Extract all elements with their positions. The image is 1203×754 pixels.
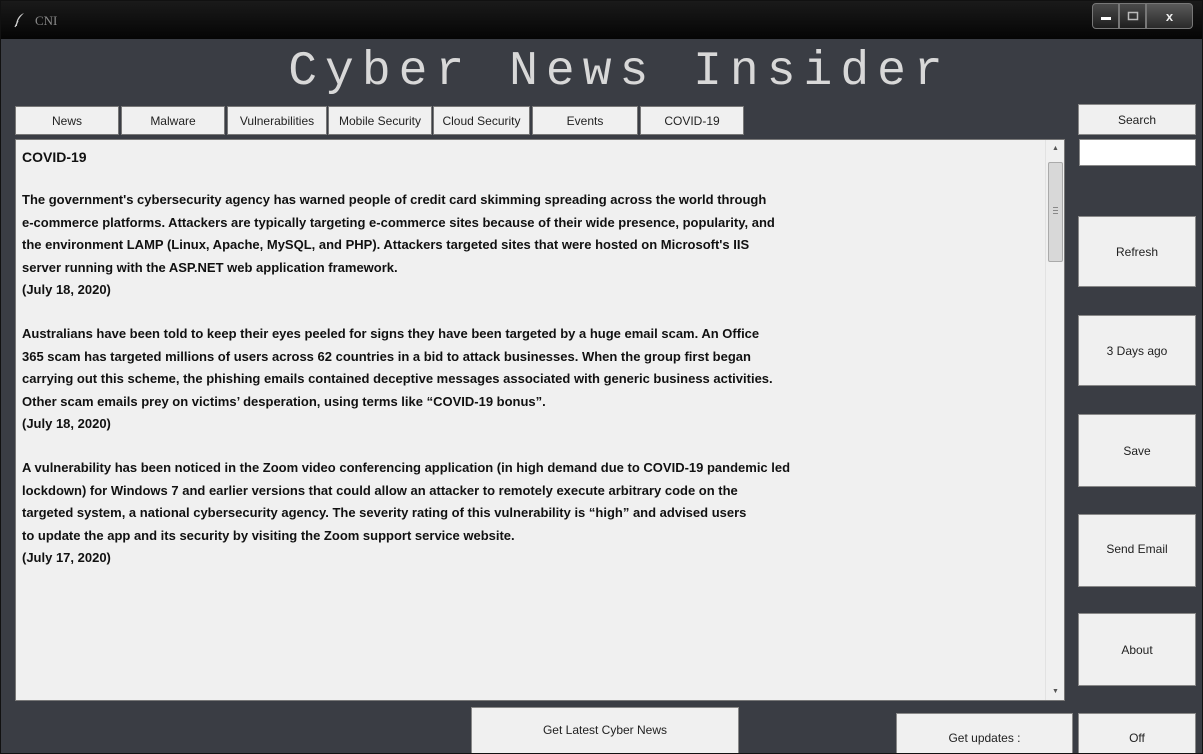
article-date: (July 18, 2020) — [22, 282, 111, 298]
close-icon: x — [1165, 8, 1174, 24]
tab-cloud-security[interactable]: Cloud Security — [433, 106, 530, 135]
window-controls: x — [1092, 3, 1193, 29]
news-article: The government's cybersecurity agency ha… — [22, 189, 1042, 301]
about-button[interactable]: About — [1078, 613, 1196, 686]
article-line: the environment LAMP (Linux, Apache, MyS… — [22, 237, 750, 253]
triangle-down-icon: ▼ — [1052, 688, 1059, 695]
article-line: server running with the ASP.NET web appl… — [22, 259, 398, 275]
tab-covid-19[interactable]: COVID-19 — [640, 106, 744, 135]
scroll-up-button[interactable]: ▲ — [1046, 140, 1064, 157]
news-text-area[interactable]: COVID-19 The government's cybersecurity … — [15, 139, 1065, 701]
article-line: lockdown) for Windows 7 and earlier vers… — [22, 482, 738, 498]
days-ago-button[interactable]: 3 Days ago — [1078, 315, 1196, 386]
app-window: CNI x Cyber News Insider News Malware Vu… — [0, 0, 1203, 754]
scrollbar-thumb[interactable] — [1048, 162, 1063, 262]
tab-news[interactable]: News — [15, 106, 119, 135]
article-date: (July 18, 2020) — [22, 416, 111, 432]
scroll-down-button[interactable]: ▼ — [1046, 683, 1064, 700]
maximize-icon — [1127, 9, 1139, 24]
news-content: COVID-19 The government's cybersecurity … — [22, 146, 1042, 592]
minimize-button[interactable] — [1092, 3, 1119, 29]
article-line: carrying out this scheme, the phishing e… — [22, 371, 773, 387]
get-updates-label: Get updates : — [896, 713, 1073, 753]
refresh-button[interactable]: Refresh — [1078, 216, 1196, 287]
tab-mobile-security[interactable]: Mobile Security — [328, 106, 432, 135]
article-line: to update the app and its security by vi… — [22, 527, 515, 543]
close-button[interactable]: x — [1146, 3, 1193, 29]
article-line: targeted system, a national cybersecurit… — [22, 505, 747, 521]
news-article: A vulnerability has been noticed in the … — [22, 457, 1042, 569]
grip-icon — [1053, 207, 1058, 214]
tab-vulnerabilities[interactable]: Vulnerabilities — [227, 106, 327, 135]
get-latest-news-button[interactable]: Get Latest Cyber News — [471, 707, 739, 753]
feather-icon — [13, 12, 27, 28]
article-date: (July 17, 2020) — [22, 550, 111, 566]
updates-off-toggle[interactable]: Off — [1078, 713, 1196, 753]
app-title: Cyber News Insider — [288, 45, 951, 99]
triangle-up-icon: ▲ — [1052, 145, 1059, 152]
article-line: e-commerce platforms. Attackers are typi… — [22, 214, 775, 230]
maximize-button[interactable] — [1119, 3, 1146, 29]
news-article: Australians have been told to keep their… — [22, 323, 1042, 435]
article-line: 365 scam has targeted millions of users … — [22, 348, 751, 364]
vertical-scrollbar[interactable]: ▲ ▼ — [1045, 140, 1064, 700]
title-bar: CNI x — [1, 1, 1202, 39]
article-line: Other scam emails prey on victims’ despe… — [22, 393, 546, 409]
tab-events[interactable]: Events — [532, 106, 638, 135]
article-line: A vulnerability has been noticed in the … — [22, 460, 791, 476]
category-tabs: News Malware Vulnerabilities Mobile Secu… — [15, 106, 746, 135]
category-heading: COVID-19 — [22, 149, 87, 165]
search-button[interactable]: Search — [1078, 104, 1196, 135]
tab-malware[interactable]: Malware — [121, 106, 225, 135]
article-line: Australians have been told to keep their… — [22, 326, 760, 342]
send-email-button[interactable]: Send Email — [1078, 514, 1196, 587]
article-line: The government's cybersecurity agency ha… — [22, 192, 767, 208]
window-title: CNI — [35, 13, 58, 28]
search-input[interactable] — [1079, 139, 1196, 166]
save-button[interactable]: Save — [1078, 414, 1196, 487]
minimize-icon — [1100, 9, 1112, 24]
